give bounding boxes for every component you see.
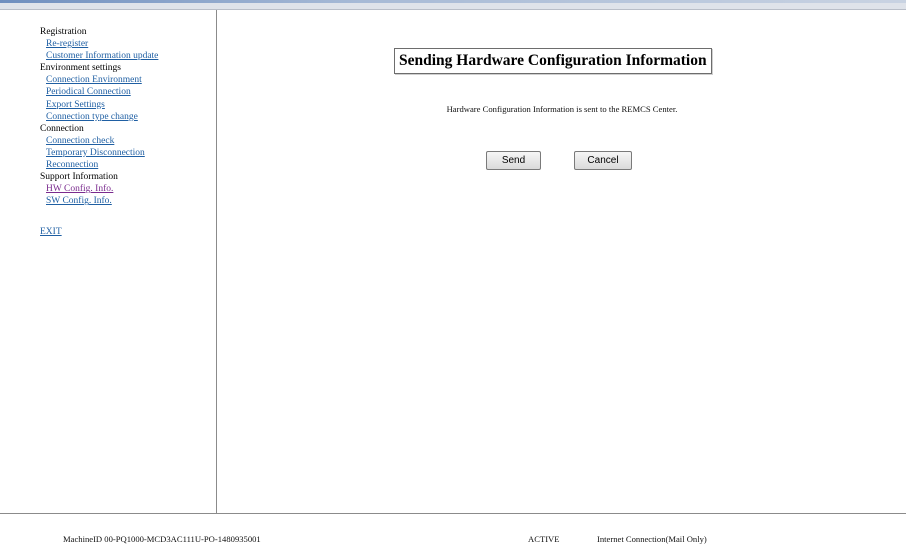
sidebar-link-periodical-connection[interactable]: Periodical Connection: [40, 86, 216, 98]
sidebar-link-connection-environment[interactable]: Connection Environment: [40, 74, 216, 86]
sidebar-section-connection: Connection: [40, 123, 84, 134]
send-button[interactable]: Send: [486, 151, 541, 170]
sidebar-link-customer-information-update[interactable]: Customer Information update: [40, 50, 216, 62]
cancel-button[interactable]: Cancel: [574, 151, 632, 170]
sidebar-section-environment-settings: Environment settings: [40, 63, 122, 74]
page-title: Sending Hardware Configuration Informati…: [394, 48, 712, 74]
sidebar-section-support-information: Support Information: [40, 172, 118, 183]
sidebar-link-exit[interactable]: EXIT: [40, 226, 216, 238]
main-content: Sending Hardware Configuration Informati…: [218, 10, 906, 513]
sidebar-link-export-settings[interactable]: Export Settings: [40, 99, 216, 111]
sidebar-section-registration: Registration: [40, 27, 87, 37]
status-text: ACTIVE: [528, 534, 560, 544]
sidebar-link-re-register[interactable]: Re-register: [40, 38, 216, 50]
sidebar-link-connection-type-change[interactable]: Connection type change: [40, 111, 216, 123]
sidebar-menu: Registration Re-register Customer Inform…: [26, 10, 217, 513]
info-message: Hardware Configuration Information is se…: [446, 104, 678, 114]
sidebar-link-sw-config-info[interactable]: SW Config. Info.: [40, 195, 216, 207]
connection-type-text: Internet Connection(Mail Only): [597, 534, 707, 544]
sidebar-link-connection-check[interactable]: Connection check: [40, 135, 216, 147]
sidebar-link-reconnection[interactable]: Reconnection: [40, 159, 216, 171]
window-top-accent: [0, 0, 906, 3]
sidebar-link-hw-config-info[interactable]: HW Config. Info.: [40, 183, 216, 195]
sidebar-link-temporary-disconnection[interactable]: Temporary Disconnection: [40, 147, 216, 159]
window-top-bar: [0, 0, 906, 10]
status-footer: MachineID 00-PQ1000-MCD3AC111U-PO-148093…: [0, 513, 906, 560]
machine-id-text: MachineID 00-PQ1000-MCD3AC111U-PO-148093…: [63, 534, 261, 544]
